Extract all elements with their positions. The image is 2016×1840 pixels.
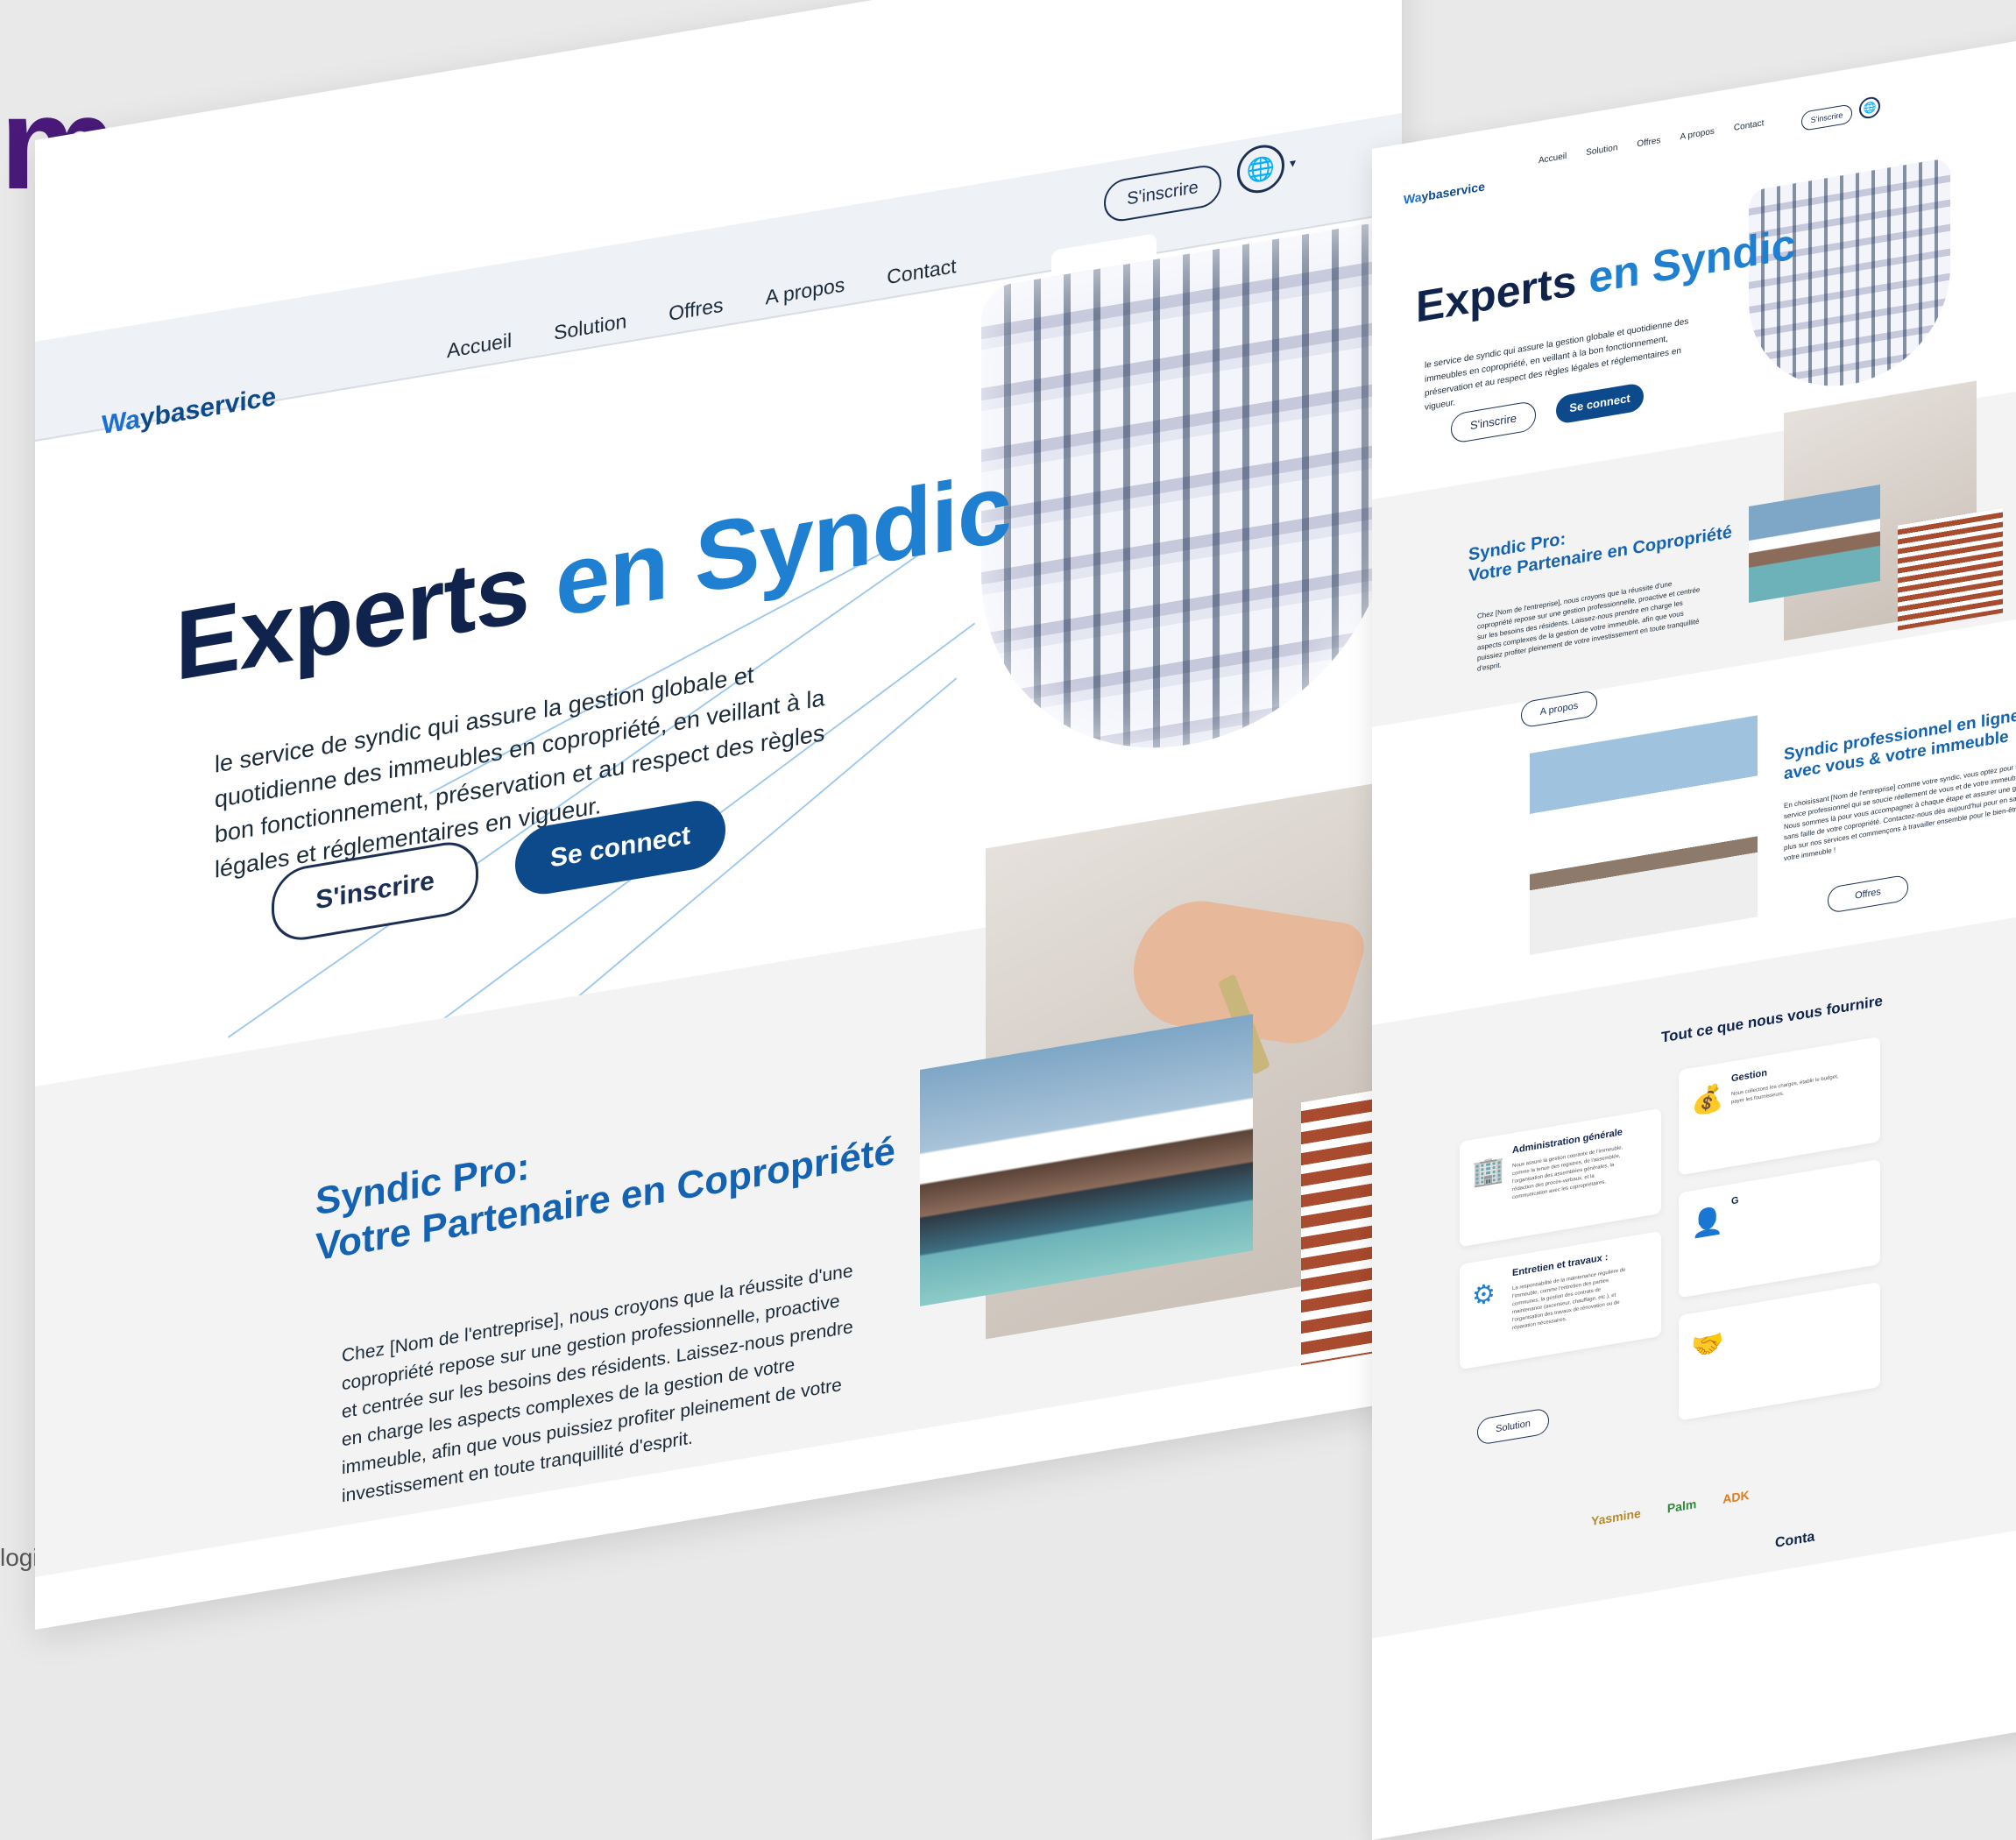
hero-title: Experts en Syndic [1416,219,1796,332]
chevron-down-icon[interactable]: ▾ [1290,155,1296,171]
offres-button[interactable]: Offres [1828,874,1908,914]
nav-apropos[interactable]: A propos [1680,127,1714,143]
tower-image [1898,507,2003,631]
nav-contact[interactable]: Contact [1734,118,1764,133]
residences-collage-image [1530,715,1758,955]
nav-signup-button[interactable]: S'inscrire [1801,103,1852,132]
apropos-button[interactable]: A propos [434,1547,627,1630]
nav-offres[interactable]: Offres [1637,136,1660,150]
building-image [1749,157,1950,402]
gears-icon: ⚙ [1472,1278,1496,1312]
user-icon: 👤 [1691,1205,1724,1241]
main-menu: Accueil Solution Offres A propos Contact [1539,118,1764,166]
main-page-mockup: Waybaservice Accueil Solution Offres A p… [35,0,1402,1630]
site-logo[interactable]: Waybaservice [1404,179,1485,209]
handshake-icon: 🤝 [1691,1327,1724,1363]
coins-icon: 💰 [1691,1082,1724,1118]
hero-title: Experts en Syndic [175,451,1012,702]
nav-accueil[interactable]: Accueil [1539,152,1567,166]
section-online-title-fragment: fessionnel en ligne uble. [1060,1479,1402,1627]
building-icon: 🏢 [1472,1154,1505,1189]
secondary-page-mockup: Waybaservice Accueil Solution Offres A p… [1372,2,2016,1840]
nav-solution[interactable]: Solution [1586,143,1617,158]
globe-icon[interactable]: 🌐 [1859,95,1880,120]
building-image [981,219,1393,780]
